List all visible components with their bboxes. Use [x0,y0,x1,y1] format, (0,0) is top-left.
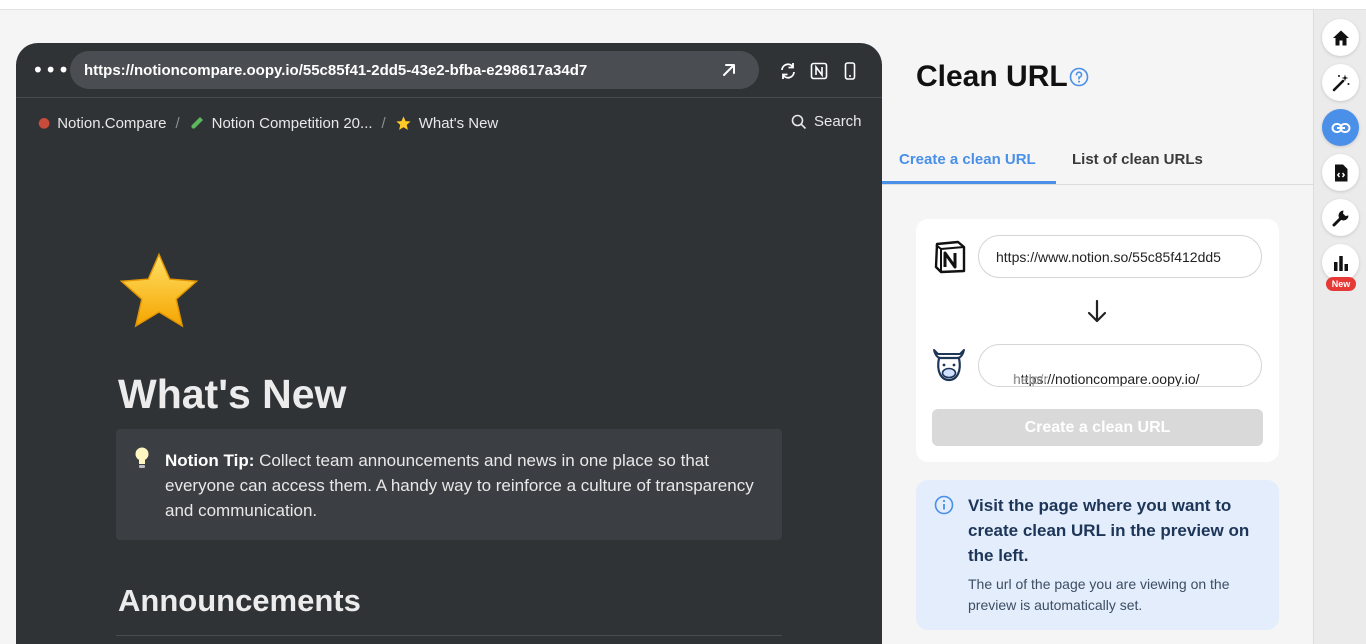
home-icon [1332,30,1349,45]
new-badge: New [1326,277,1356,291]
callout-bold: Notion Tip: [165,451,255,470]
clean-url-input[interactable]: https://notioncompare.oopy.io/help/r [978,344,1262,387]
active-tab-indicator [882,181,1056,184]
panel-tabs: Create a clean URL List of clean URLs [882,140,1313,185]
breadcrumb-separator: / [381,114,386,132]
lightbulb-icon [135,447,149,468]
top-bar [0,0,1366,10]
tab-list-clean-urls[interactable]: List of clean URLs [1072,151,1203,168]
breadcrumb: ● Notion.Compare / Notion Competition 20… [38,113,498,133]
avatar-icon: ● [38,115,51,131]
link-icon [1331,122,1350,133]
magic-wand-icon [1332,74,1349,91]
notion-icon[interactable] [809,61,829,81]
breadcrumb-item[interactable]: What's New [419,115,499,132]
create-clean-url-button[interactable]: Create a clean URL [932,409,1263,446]
notion-url-input[interactable]: https://www.notion.so/55c85f412dd5 [978,235,1262,278]
info-text: The url of the page you are viewing on t… [968,576,1230,613]
breadcrumb-item[interactable]: Notion.Compare [57,115,166,132]
browser-bar: ••• https://notioncompare.oopy.io/55c85f… [16,43,882,98]
rail-analytics-button[interactable] [1322,244,1359,281]
refresh-icon[interactable] [778,61,798,81]
rail-home-button[interactable] [1322,19,1359,56]
help-icon[interactable] [1069,67,1089,87]
bar-chart-icon [1333,255,1348,271]
rail-tools-button[interactable] [1322,199,1359,236]
rail-link-button[interactable] [1322,109,1359,146]
breadcrumb-separator: / [175,114,180,132]
info-box: Visit the page where you want to create … [916,480,1279,630]
url-text: https://notioncompare.oopy.io/55c85f41-2… [84,62,588,79]
panel-title: Clean URL [916,60,1068,93]
rail-magic-button[interactable] [1322,64,1359,101]
search-icon [791,114,807,129]
tip-callout: Notion Tip: Collect team announcements a… [116,429,782,540]
right-rail: New [1313,10,1366,644]
breadcrumb-item[interactable]: Notion Competition 20... [212,115,373,132]
oopy-logo-icon [933,349,965,382]
more-options-icon[interactable]: ••• [32,60,70,80]
url-bar[interactable]: https://notioncompare.oopy.io/55c85f41-2… [70,51,759,89]
test-tube-icon [190,117,203,129]
page-star-icon [119,252,199,328]
page-title: What's New [118,371,347,417]
section-heading: Announcements [118,583,361,618]
info-title: Visit the page where you want to create … [968,496,1250,565]
search-label: Search [814,113,862,130]
clean-url-suffix: help/r [1013,371,1049,387]
search-button[interactable]: Search [791,113,862,130]
url-form-card: https://www.notion.so/55c85f412dd5 https… [916,219,1279,462]
arrow-down-icon [1087,299,1107,323]
notion-logo-icon [934,240,966,274]
tab-create-clean-url[interactable]: Create a clean URL [899,151,1036,168]
notion-url-value: https://www.notion.so/55c85f412dd5 [996,249,1221,265]
mobile-view-icon[interactable] [840,61,860,81]
divider [116,635,782,636]
rail-document-button[interactable] [1322,154,1359,191]
star-icon [396,115,411,130]
open-external-icon[interactable] [719,60,739,80]
document-code-icon [1334,164,1347,181]
wrench-icon [1332,210,1348,226]
callout-text: Notion Tip: Collect team announcements a… [165,448,769,523]
info-icon [934,495,954,515]
preview-window: ••• https://notioncompare.oopy.io/55c85f… [16,43,882,644]
callout-body: Collect team announcements and news in o… [165,451,754,520]
